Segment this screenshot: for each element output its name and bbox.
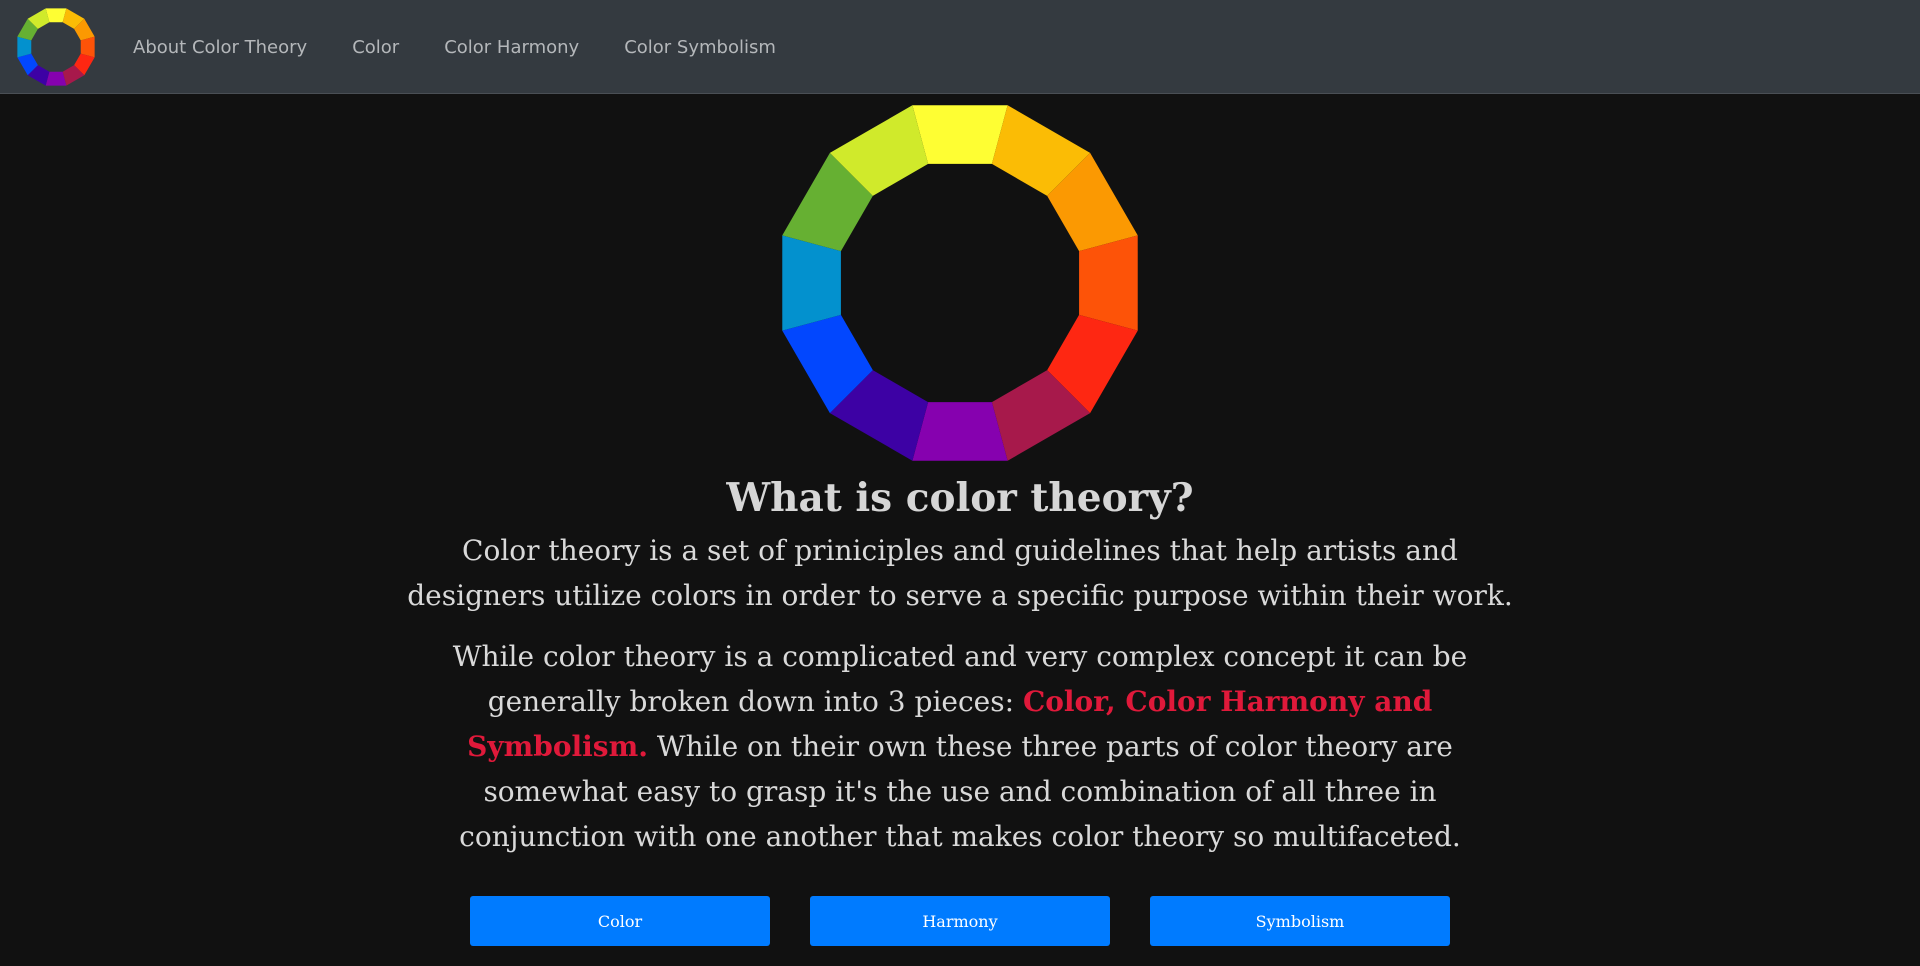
nav-link-color[interactable]: Color [352,37,399,58]
color-wheel-hero-icon [782,105,1138,461]
hero-wheel-segment [912,402,1008,461]
hero-wheel-segment [1079,235,1138,331]
button-row: Color Harmony Symbolism [470,896,1450,946]
symbolism-button[interactable]: Symbolism [1150,896,1450,946]
color-button[interactable]: Color [470,896,770,946]
logo-wheel-segments [17,8,95,86]
hero-wheel-segments [782,105,1138,461]
nav-link-harmony[interactable]: Color Harmony [444,37,579,58]
navbar: About Color Theory Color Color Harmony C… [0,0,1920,94]
intro-paragraph: Color theory is a set of priniciples and… [407,534,1513,612]
color-wheel-logo-icon[interactable] [16,7,96,87]
hero-wheel-segment [912,105,1008,164]
hero-wheel-segment [782,235,841,331]
nav-links: About Color Theory Color Color Harmony C… [133,0,821,94]
harmony-button[interactable]: Harmony [810,896,1110,946]
nav-link-about[interactable]: About Color Theory [133,37,307,58]
page-title: What is color theory? [726,475,1194,521]
detail-paragraph: While color theory is a complicated and … [400,634,1520,859]
nav-link-symbolism[interactable]: Color Symbolism [624,37,776,58]
